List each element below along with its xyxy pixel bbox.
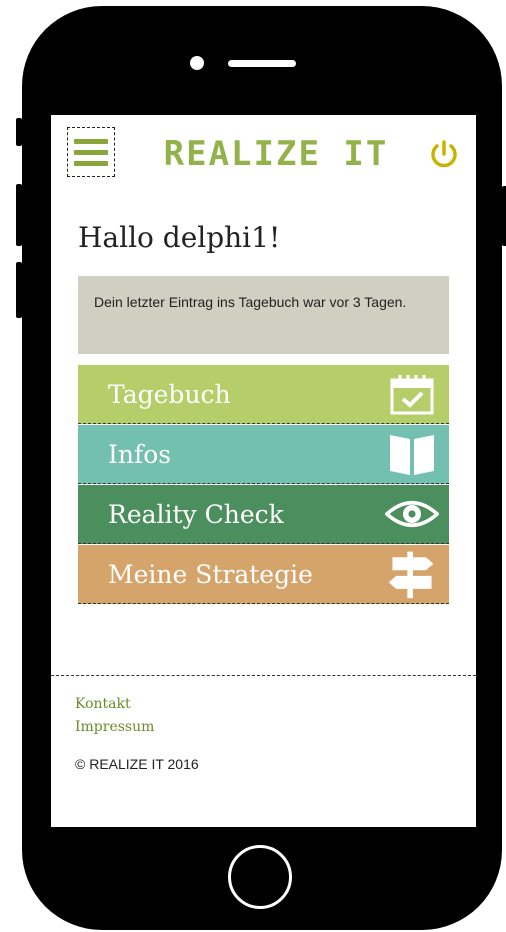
copyright-text: © REALIZE IT 2016 <box>75 756 199 772</box>
hamburger-menu-icon[interactable] <box>67 127 115 177</box>
app-logo: REALIZE IT <box>151 134 401 174</box>
app-screen: REALIZE IT Hallo delphi1! Dein letzter E… <box>51 115 476 827</box>
tile-reality-check[interactable]: Reality Check <box>78 485 449 544</box>
tile-meine-strategie[interactable]: Meine Strategie <box>78 545 449 604</box>
footer-divider <box>51 675 476 676</box>
power-side-button <box>502 186 506 246</box>
power-icon[interactable] <box>427 137 461 171</box>
last-entry-notice: Dein letzter Eintrag ins Tagebuch war vo… <box>78 276 449 354</box>
calendar-check-icon <box>385 369 439 419</box>
page-title: Hallo delphi1! <box>78 221 281 254</box>
signpost-icon <box>385 549 439 599</box>
tile-label-tagebuch: Tagebuch <box>108 379 231 409</box>
footer-link-impressum[interactable]: Impressum <box>75 719 154 735</box>
tile-infos[interactable]: Infos <box>78 425 449 484</box>
earpiece-speaker <box>228 60 296 67</box>
home-button[interactable] <box>228 845 292 909</box>
front-camera <box>190 56 204 70</box>
book-icon <box>385 429 439 479</box>
tile-label-infos: Infos <box>108 439 172 469</box>
eye-icon <box>385 489 439 539</box>
tile-label-reality-check: Reality Check <box>108 499 284 529</box>
logo-text: REALIZE IT <box>163 134 389 174</box>
footer-link-kontakt[interactable]: Kontakt <box>75 696 131 712</box>
tile-label-meine-strategie: Meine Strategie <box>108 559 313 589</box>
tile-tagebuch[interactable]: Tagebuch <box>78 365 449 424</box>
